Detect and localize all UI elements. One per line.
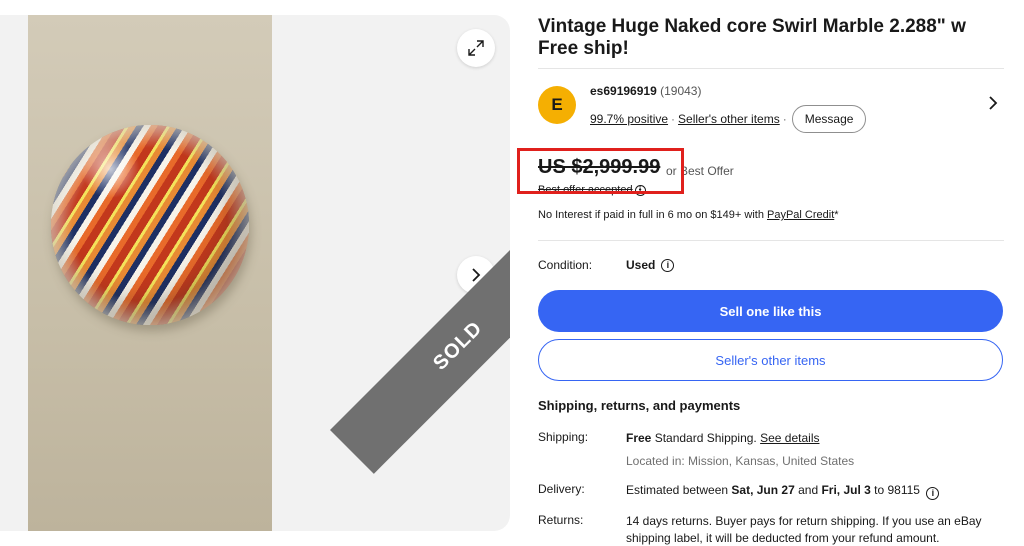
shipping-label: Shipping: <box>538 430 589 444</box>
sold-ribbon: SOLD <box>330 217 510 474</box>
item-location: Located in: Mission, Kansas, United Stat… <box>626 454 855 468</box>
delivery-value: Estimated between Sat, Jun 27 and Fri, J… <box>626 482 996 500</box>
credit-suffix: * <box>834 209 839 221</box>
sell-one-like-this-button[interactable]: Sell one like this <box>538 290 1003 332</box>
condition-row: Condition: Used i <box>538 258 675 272</box>
divider <box>538 68 1004 69</box>
seller-name[interactable]: es69196919 (19043) <box>590 84 701 98</box>
shipping-method: Standard Shipping. <box>651 431 761 445</box>
separator-dot: · <box>782 112 787 126</box>
paypal-credit-text: No Interest if paid in full in 6 mo on $… <box>538 209 839 221</box>
seller-feedback-count: (19043) <box>660 84 702 98</box>
condition-value: Used <box>626 258 656 272</box>
price-highlight-box <box>517 148 684 194</box>
seller-positive-link[interactable]: 99.7% positive <box>590 112 668 126</box>
returns-value: 14 days returns. Buyer pays for return s… <box>626 514 982 545</box>
chevron-right-icon[interactable] <box>988 96 998 110</box>
seller-username[interactable]: es69196919 <box>590 84 657 98</box>
sellers-other-items-button[interactable]: Seller's other items <box>538 339 1003 381</box>
see-details-link[interactable]: See details <box>760 431 819 445</box>
info-icon[interactable]: i <box>926 487 940 500</box>
seller-links: 99.7% positive · Seller's other items · … <box>590 105 867 133</box>
divider <box>538 240 1004 241</box>
delivery-to: to 98115 <box>870 483 920 497</box>
expand-icon <box>468 40 484 56</box>
seller-other-items-link[interactable]: Seller's other items <box>678 112 780 126</box>
returns-label: Returns: <box>538 513 584 527</box>
delivery-and: and <box>794 483 822 497</box>
item-title: Vintage Huge Naked core Swirl Marble 2.2… <box>538 16 966 59</box>
marble-image <box>51 125 249 325</box>
delivery-start: Sat, Jun 27 <box>731 483 795 497</box>
image-gallery: SOLD <box>0 15 510 531</box>
credit-prefix: No Interest if paid in full in 6 mo on $… <box>538 209 767 221</box>
delivery-prefix: Estimated between <box>626 483 732 497</box>
seller-avatar: E <box>538 86 576 124</box>
message-button[interactable]: Message <box>791 105 867 133</box>
shipping-value: Free Standard Shipping. See details Loca… <box>626 430 996 470</box>
shipping-free: Free <box>626 431 652 445</box>
condition-label: Condition: <box>538 258 593 272</box>
shipping-heading: Shipping, returns, and payments <box>538 398 741 413</box>
expand-button[interactable] <box>457 29 495 67</box>
info-icon[interactable]: i <box>661 258 675 272</box>
separator-dot: · <box>671 112 676 126</box>
sold-label: SOLD <box>428 316 487 375</box>
delivery-end: Fri, Jul 3 <box>821 483 871 497</box>
seller-card[interactable]: E es69196919 (19043) 99.7% positive · Se… <box>538 80 1004 133</box>
delivery-label: Delivery: <box>538 482 585 496</box>
paypal-credit-link[interactable]: PayPal Credit <box>767 209 834 221</box>
item-photo[interactable] <box>28 15 272 531</box>
